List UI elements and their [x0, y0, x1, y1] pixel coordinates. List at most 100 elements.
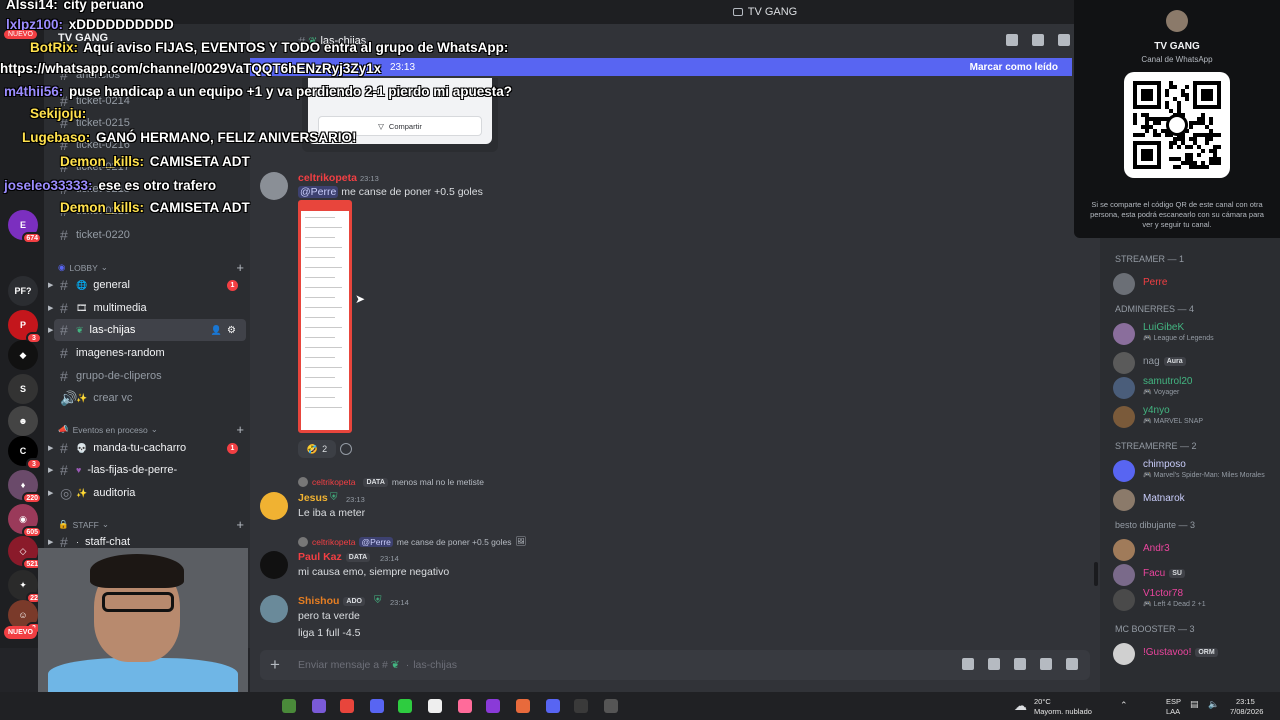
- category-lobby[interactable]: ◉ LOBBY ⌄ +: [58, 260, 244, 275]
- add-channel-icon[interactable]: +: [236, 422, 244, 437]
- clock-date[interactable]: 7/08/2026: [1230, 707, 1263, 716]
- channel-ticket[interactable]: # ticket-0220: [54, 224, 246, 246]
- message-author[interactable]: Shishou ADO: [298, 595, 365, 607]
- channel-ticket[interactable]: # ticket-0214: [54, 90, 246, 112]
- leaf-icon: ❦: [308, 35, 318, 48]
- gif-icon[interactable]: [988, 658, 1000, 670]
- message-author[interactable]: Paul Kaz DATA: [298, 551, 371, 563]
- server-name[interactable]: TV GANG: [58, 32, 108, 44]
- channel-auditoria[interactable]: ▶ ◎ ✨ auditoria: [48, 482, 246, 504]
- server-icon[interactable]: ✦ 22: [8, 570, 42, 604]
- app-icon[interactable]: [458, 699, 472, 713]
- server-icon[interactable]: C3: [8, 436, 42, 470]
- avatar[interactable]: [260, 492, 288, 520]
- keyboard-layout[interactable]: LAA: [1166, 707, 1180, 716]
- avatar[interactable]: [260, 551, 288, 579]
- channel-grupo-de-cliperos[interactable]: # grupo-de-cliperos: [54, 365, 246, 387]
- cursor-icon: ➤: [355, 292, 366, 306]
- scrollbar[interactable]: [1094, 562, 1098, 586]
- gift-icon[interactable]: [962, 658, 974, 670]
- obs-icon[interactable]: [604, 699, 618, 713]
- server-icon[interactable]: ♦ 220: [8, 470, 42, 504]
- channel-las-chijas[interactable]: ▶ # ❦ las-chijas ⚙ 👤: [48, 319, 246, 341]
- app-icon[interactable]: [398, 699, 412, 713]
- channel-imagenes-random[interactable]: # imagenes-random: [54, 342, 246, 364]
- channel-ticket[interactable]: # ticket-0215: [54, 112, 246, 134]
- add-attachment-icon[interactable]: +: [270, 655, 280, 675]
- server-icon[interactable]: ◉ 605: [8, 504, 42, 538]
- apps-icon[interactable]: [1066, 658, 1078, 670]
- server-icon[interactable]: PF?: [8, 276, 38, 306]
- server-icon[interactable]: S: [8, 374, 38, 404]
- hash-icon: #: [60, 462, 68, 478]
- network-icon[interactable]: ▤: [1190, 699, 1199, 710]
- app-icon[interactable]: [516, 699, 530, 713]
- app-icon[interactable]: [574, 699, 588, 713]
- app-icon[interactable]: [312, 699, 326, 713]
- server-icon[interactable]: ◆: [8, 340, 38, 370]
- reply-preview[interactable]: celtrikopeta @Perre me canse de poner +0.…: [298, 536, 526, 547]
- discord-icon[interactable]: [546, 699, 560, 713]
- app-icon[interactable]: [282, 699, 296, 713]
- chevron-up-icon[interactable]: ⌃: [1120, 700, 1128, 711]
- capcut-icon[interactable]: [428, 699, 442, 713]
- server-icon[interactable]: P3: [8, 310, 42, 344]
- avatar: [1113, 352, 1135, 374]
- app-icon[interactable]: [486, 699, 500, 713]
- server-icon[interactable]: ☻: [8, 406, 38, 436]
- settings-icon[interactable]: ⚙: [227, 325, 236, 336]
- message-author[interactable]: Jesus: [298, 492, 328, 504]
- mark-as-read-button[interactable]: Marcar como leído: [970, 62, 1058, 73]
- avatar[interactable]: [260, 172, 288, 200]
- server-badge: 674: [22, 232, 42, 244]
- embed-card: ▽ Compartir: [302, 78, 498, 152]
- channel-general[interactable]: ▶ # 🌐 general 1: [48, 274, 246, 296]
- category-eventos[interactable]: 📣 Eventos en proceso ⌄ +: [58, 422, 244, 437]
- server-icon[interactable]: ◇ 521: [8, 536, 42, 570]
- language[interactable]: ESP: [1166, 697, 1181, 706]
- channel-manda-tu-cacharro[interactable]: ▶ # 💀 manda-tu-cacharro 1: [48, 437, 246, 459]
- new-messages-bar[interactable]: 23:13 Marcar como leído: [250, 58, 1072, 76]
- sticker-icon[interactable]: [1014, 658, 1026, 670]
- composer-placeholder: Enviar mensaje a #: [298, 659, 388, 671]
- server-icon[interactable]: E 674: [8, 210, 42, 244]
- app-icon[interactable]: [370, 699, 384, 713]
- share-label: Compartir: [388, 121, 422, 131]
- channel-anuncios[interactable]: # anuncios: [54, 64, 246, 86]
- filter-icon: ▽: [378, 121, 384, 131]
- member-name: !Gustavoo! ORM: [1143, 647, 1218, 658]
- guild-tag: SU: [1169, 568, 1185, 578]
- add-channel-icon[interactable]: +: [236, 517, 244, 532]
- image-attachment[interactable]: [298, 200, 352, 433]
- invite-icon[interactable]: 👤: [211, 325, 222, 336]
- channel-ticket[interactable]: # ticket-0217: [54, 156, 246, 178]
- add-reaction-icon[interactable]: [340, 443, 352, 455]
- qr-note: Si se comparte el código QR de este cana…: [1090, 200, 1264, 229]
- user-mention[interactable]: @Perre: [298, 186, 339, 198]
- channel-ticket[interactable]: # ticket-0218: [54, 178, 246, 200]
- channel-ticket[interactable]: # ticket-0219: [54, 200, 246, 222]
- channel-ticket[interactable]: # ticket-0216: [54, 134, 246, 156]
- channel-label: general: [93, 279, 130, 291]
- add-channel-icon[interactable]: +: [236, 260, 244, 275]
- message-author[interactable]: celtrikopeta: [298, 172, 357, 184]
- emoji-icon[interactable]: [1040, 658, 1052, 670]
- share-button[interactable]: ▽ Compartir: [318, 116, 482, 136]
- message-composer[interactable]: + Enviar mensaje a # ❦ · las-chijas: [260, 650, 1090, 680]
- message-text: mi causa emo, siempre negativo: [298, 566, 450, 578]
- threads-icon[interactable]: [1006, 34, 1018, 46]
- brave-icon[interactable]: [340, 699, 354, 713]
- clock-time[interactable]: 23:15: [1236, 697, 1255, 706]
- channel-multimedia[interactable]: ▶ # 🎞 multimedia: [48, 297, 246, 319]
- avatar[interactable]: [260, 595, 288, 623]
- chevron-down-icon: ⌄: [101, 519, 110, 529]
- reaction-button[interactable]: 🤣 2: [298, 440, 336, 458]
- reply-preview[interactable]: celtrikopeta DATA menos mal no le metiste: [298, 477, 484, 487]
- volume-icon[interactable]: 🔈: [1208, 699, 1219, 710]
- category-staff[interactable]: 🔒 STAFF ⌄ +: [58, 517, 244, 532]
- channel-crear-vc[interactable]: 🔊 ✨ crear vc: [54, 387, 246, 409]
- pin-icon[interactable]: [1058, 34, 1070, 46]
- bell-icon[interactable]: [1032, 34, 1044, 46]
- channel-las-fijas-de-perre[interactable]: ▶ # ♥ -las-fijas-de-perre-: [48, 459, 246, 481]
- tv-icon: [732, 8, 743, 16]
